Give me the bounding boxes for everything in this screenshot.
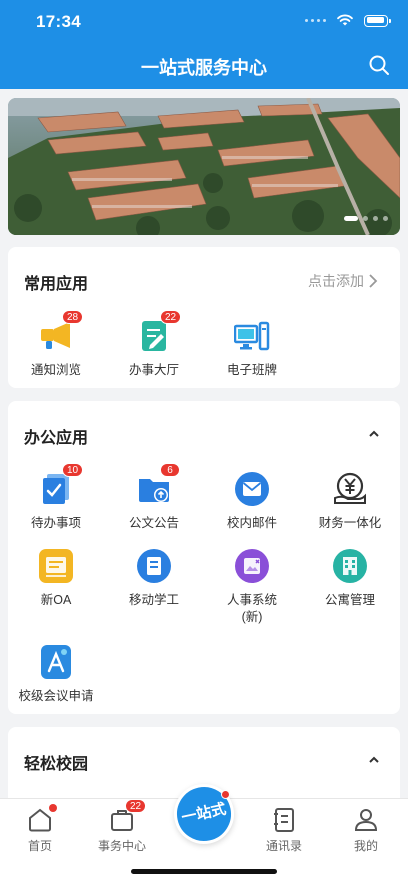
office-apps-title: 办公应用 <box>24 430 89 447</box>
app-apartment-management[interactable]: 公寓管理 <box>301 548 399 609</box>
center-notification-dot <box>221 790 230 799</box>
campus-banner[interactable] <box>8 98 400 235</box>
service-center-badge: 22 <box>125 799 147 813</box>
app-label: 办事大厅 <box>128 363 179 377</box>
app-electronic-board[interactable]: 电子班牌 <box>203 318 301 379</box>
chevron-up-icon[interactable] <box>368 754 380 766</box>
chevron-right-icon <box>369 274 378 288</box>
briefcase-icon: 22 <box>109 799 147 833</box>
tab-service-center[interactable]: 22 事务中心 <box>82 799 162 854</box>
app-label: 公文公告 <box>128 516 179 530</box>
battery-icon <box>364 14 391 27</box>
app-label: 财务一体化 <box>318 516 382 530</box>
page-title: 一站式服务中心 <box>141 58 267 78</box>
app-mobile-student-work[interactable]: 移动学工 <box>105 548 203 609</box>
signal-icon <box>305 19 326 22</box>
home-icon <box>27 804 57 833</box>
app-finance[interactable]: 财务一体化 <box>301 471 399 532</box>
wifi-icon <box>337 14 353 26</box>
finance-yen-icon <box>332 471 368 507</box>
app-official-notice[interactable]: 6 公文公告 <box>105 463 203 532</box>
search-icon[interactable] <box>368 54 390 76</box>
tab-contacts-label: 通讯录 <box>265 839 302 853</box>
todo-check-icon: 10 <box>38 463 84 507</box>
home-indicator <box>131 869 277 874</box>
service-hall-badge: 22 <box>160 310 182 324</box>
app-label: 待办事项 <box>30 516 81 530</box>
app-label: 校级会议申请 <box>18 689 94 703</box>
app-meeting-request[interactable]: 校级会议申请 <box>7 644 105 705</box>
mail-icon <box>234 471 270 507</box>
add-app-label: 点击添加 <box>308 273 364 289</box>
app-label: 通知浏览 <box>30 363 81 377</box>
desktop-computer-icon <box>233 318 270 354</box>
user-icon <box>353 807 379 833</box>
app-label: 新OA <box>40 593 72 607</box>
common-apps-title: 常用应用 <box>24 276 89 293</box>
app-campus-mail[interactable]: 校内邮件 <box>203 471 301 532</box>
tab-home[interactable]: 首页 <box>0 804 80 854</box>
app-todo[interactable]: 10 待办事项 <box>7 463 105 532</box>
app-label: 校内邮件 <box>226 516 277 530</box>
banner-pagination <box>344 216 388 221</box>
status-time: 17:34 <box>36 12 81 31</box>
app-new-oa[interactable]: 新OA <box>7 548 105 609</box>
oa-box-icon <box>38 548 74 584</box>
tab-service-label: 事务中心 <box>97 839 146 853</box>
megaphone-icon: 28 <box>38 310 84 354</box>
apartment-icon <box>332 548 368 584</box>
app-hr-system[interactable]: 人事系统 (新) <box>203 548 301 626</box>
common-apps-card: 常用应用 点击添加 28 通知浏览 22 办事大厅 电子班牌 <box>8 247 400 388</box>
document-edit-icon: 22 <box>136 310 182 354</box>
contacts-book-icon <box>271 807 297 833</box>
app-header: 17:34 一站式服务中心 <box>0 0 408 89</box>
folder-upload-icon: 6 <box>136 463 180 507</box>
notice-badge: 28 <box>62 310 84 324</box>
campus-title: 轻松校园 <box>24 756 89 773</box>
app-label: 公寓管理 <box>324 593 375 607</box>
todo-badge: 10 <box>62 463 84 477</box>
home-notification-dot <box>49 804 57 812</box>
app-label: 移动学工 <box>128 593 179 607</box>
chevron-up-icon[interactable] <box>368 428 380 440</box>
official-notice-badge: 6 <box>160 463 180 477</box>
campus-aerial-image <box>8 98 400 235</box>
tab-contacts[interactable]: 通讯录 <box>244 807 324 854</box>
tab-mine[interactable]: 我的 <box>326 807 406 854</box>
app-label: 电子班牌 <box>226 363 277 377</box>
add-app-button[interactable]: 点击添加 <box>308 271 378 291</box>
status-icons <box>305 14 391 27</box>
app-service-hall[interactable]: 22 办事大厅 <box>105 310 203 379</box>
office-apps-card: 办公应用 10 待办事项 6 公文公告 校内邮件 财务一体化 新OA 移动学工 … <box>8 401 400 714</box>
app-notice-browse[interactable]: 28 通知浏览 <box>7 310 105 379</box>
tab-mine-label: 我的 <box>353 839 378 853</box>
meeting-app-icon <box>38 644 74 680</box>
student-work-icon <box>136 548 172 584</box>
one-stop-label: 一站式 <box>180 800 228 827</box>
hr-system-icon <box>234 548 270 584</box>
tab-home-label: 首页 <box>27 839 52 853</box>
app-label: 人事系统 (新) <box>226 593 277 624</box>
